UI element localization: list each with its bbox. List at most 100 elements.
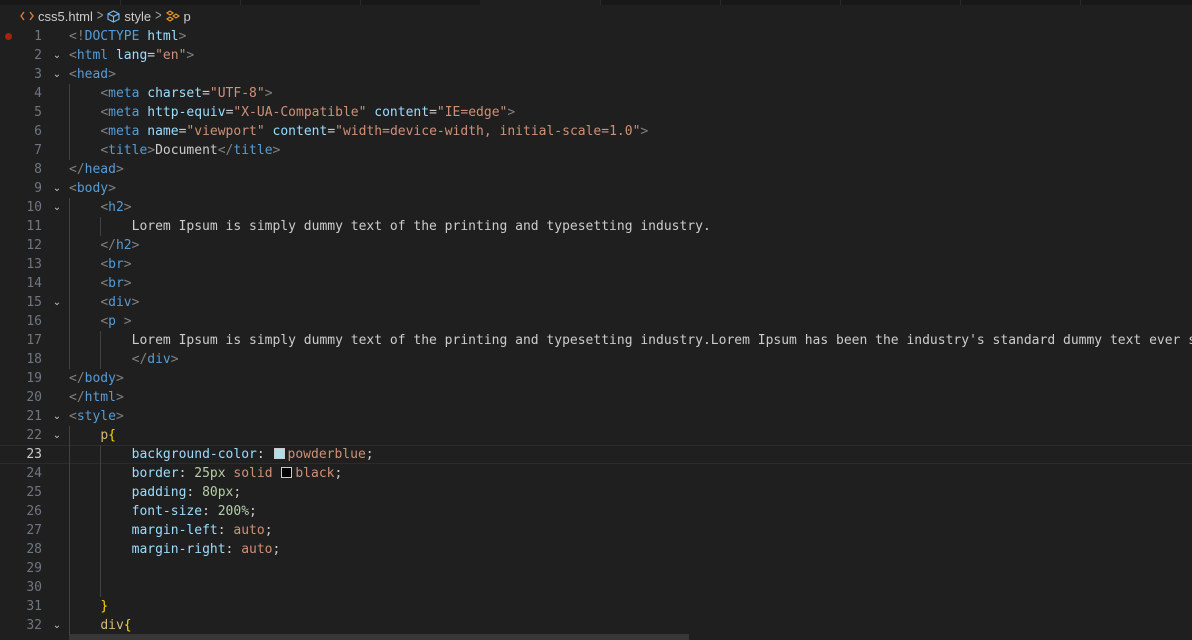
code-token: 25px [194,466,226,481]
code-line[interactable]: 9 ⌄ <body> [0,179,1192,198]
code-line[interactable]: 4 <meta charset="UTF-8"> [0,84,1192,103]
code-token: ; [233,485,242,500]
code-token: = [429,105,437,120]
code-line[interactable]: 2 ⌄ <html lang="en"> [0,46,1192,65]
code-token: body [84,371,116,386]
code-token: p [108,314,116,329]
code-line[interactable]: 11 Lorem Ipsum is simply dummy text of t… [0,217,1192,236]
code-text: <head> [69,65,1192,84]
line-number: 13 [26,257,42,272]
code-line[interactable]: 19 </body> [0,369,1192,388]
code-token: } [100,599,109,614]
code-line[interactable]: 27 margin-left: auto; [0,521,1192,540]
code-editor[interactable]: 1 <!DOCTYPE html> 2 ⌄ <html lang="en"> 3 ⌄ <hea… [0,27,1192,640]
code-token: > [115,390,124,405]
fold-chevron-icon[interactable]: ⌄ [51,616,63,635]
color-swatch-icon[interactable] [281,467,293,478]
code-line[interactable]: 7 <title>Document</title> [0,141,1192,160]
code-line[interactable]: 3 ⌄ <head> [0,65,1192,84]
code-line[interactable]: 22 ⌄ p{ [0,426,1192,445]
indent-guide [69,578,70,597]
code-line[interactable]: 15 ⌄ <div> [0,293,1192,312]
code-token: ; [264,523,273,538]
code-token: = [202,86,210,101]
code-token: : [217,523,234,538]
code-token: > [108,67,116,82]
line-number: 19 [26,371,42,386]
code-line[interactable]: 28 margin-right: auto; [0,540,1192,559]
code-line[interactable]: 5 <meta http-equiv = "X-UA-Compatible" con… [0,103,1192,122]
code-token: head [84,162,116,177]
line-number: 25 [26,485,42,500]
code-line[interactable]: 21 ⌄ <style> [0,407,1192,426]
code-line[interactable]: 16 <p > [0,312,1192,331]
breadcrumb-p[interactable]: p [165,9,191,24]
fold-chevron-icon[interactable]: ⌄ [51,46,63,65]
fold-chevron-icon[interactable]: ⌄ [51,426,63,445]
code-text: </html> [69,388,1192,407]
code-line[interactable]: 12 </h2> [0,236,1192,255]
line-number: 7 [34,143,42,158]
fold-chevron-icon[interactable]: ⌄ [51,179,63,198]
code-token: </ [69,162,85,177]
code-line[interactable]: 30 [0,578,1192,597]
code-token: < [100,143,109,158]
code-line[interactable]: 20 </html> [0,388,1192,407]
fold-chevron-icon[interactable]: ⌄ [51,198,63,217]
code-token: meta [108,105,140,120]
code-token: < [100,295,109,310]
line-number: 1 [34,29,42,44]
code-token: margin-left [131,523,218,538]
code-token: </ [69,371,85,386]
code-line[interactable]: 1 <!DOCTYPE html> [0,27,1192,46]
line-number: 10 [26,200,42,215]
code-line[interactable]: 13 <br> [0,255,1192,274]
code-line[interactable]: 32 ⌄ div{ [0,616,1192,635]
breadcrumb-style[interactable]: style [107,9,151,24]
fold-chevron-icon[interactable]: ⌄ [51,293,63,312]
code-text: <style> [69,407,1192,426]
line-number: 23 [26,447,42,462]
code-line[interactable]: 24 border: 25px solid black; [0,464,1192,483]
breadcrumb-file[interactable]: css5.html [20,9,93,24]
code-token: solid [233,466,273,481]
code-token: </ [69,390,85,405]
cube-symbol-icon [107,9,120,23]
indent-guide [100,559,101,578]
horizontal-scrollbar[interactable] [69,634,689,640]
code-line[interactable]: 31 } [0,597,1192,616]
code-line[interactable]: 18 </div> [0,350,1192,369]
color-swatch-icon[interactable] [273,448,285,459]
chevron-right-icon: > [96,8,104,24]
code-line[interactable]: 29 [0,559,1192,578]
code-line[interactable]: 25 padding: 80px; [0,483,1192,502]
code-token: < [100,105,109,120]
code-line[interactable]: 14 <br> [0,274,1192,293]
code-line[interactable]: 6 <meta name="viewport" content="width=d… [0,122,1192,141]
line-number: 31 [26,599,42,614]
code-token: content [374,105,430,120]
code-token: > [147,143,156,158]
code-line[interactable]: 10 ⌄ <h2> [0,198,1192,217]
code-token: div [147,352,171,367]
line-number: 18 [26,352,42,367]
code-line[interactable]: 8 </head> [0,160,1192,179]
code-line[interactable]: 26 font-size: 200%; [0,502,1192,521]
code-token: : [178,466,195,481]
code-line[interactable]: 17 Lorem Ipsum is simply dummy text of t… [0,331,1192,350]
code-text: background-color: powderblue; [69,445,1192,464]
code-token: title [108,143,148,158]
code-token: "width=device-width, initial-scale=1.0" [335,124,641,139]
code-line[interactable]: 23 background-color: powderblue; [0,445,1192,464]
code-token: 80px [202,485,234,500]
fold-chevron-icon[interactable]: ⌄ [51,65,63,84]
code-token: > [123,200,132,215]
code-token: ; [272,542,281,557]
fold-chevron-icon[interactable]: ⌄ [51,407,63,426]
code-token: meta [108,86,140,101]
